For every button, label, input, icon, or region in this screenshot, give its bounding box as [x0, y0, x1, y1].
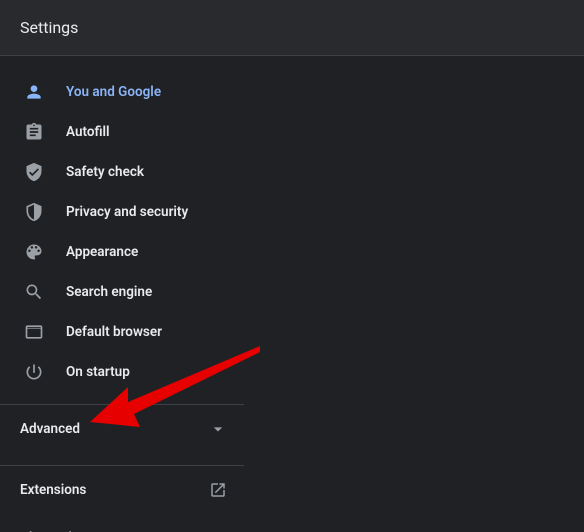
person-icon: [24, 82, 44, 102]
sidebar-item-label: Appearance: [66, 244, 138, 260]
browser-icon: [24, 322, 44, 342]
sidebar-item-autofill[interactable]: Autofill: [0, 112, 244, 152]
section-label: Advanced: [20, 421, 208, 437]
sidebar-item-label: On startup: [66, 364, 130, 380]
search-icon: [24, 282, 44, 302]
shield-icon: [24, 202, 44, 222]
about-chrome-link[interactable]: About Chrome: [0, 514, 244, 532]
sidebar-item-label: Search engine: [66, 284, 152, 300]
sidebar-item-appearance[interactable]: Appearance: [0, 232, 244, 272]
sidebar-item-label: Privacy and security: [66, 204, 188, 220]
sidebar-item-you-and-google[interactable]: You and Google: [0, 72, 244, 112]
sidebar-item-label: Autofill: [66, 124, 110, 140]
page-title: Settings: [20, 18, 78, 37]
shield-check-icon: [24, 162, 44, 182]
sidebar-item-default-browser[interactable]: Default browser: [0, 312, 244, 352]
sidebar-item-on-startup[interactable]: On startup: [0, 352, 244, 392]
section-label: Extensions: [20, 482, 208, 498]
sidebar-item-privacy-and-security[interactable]: Privacy and security: [0, 192, 244, 232]
clipboard-icon: [24, 122, 44, 142]
chevron-down-icon: [208, 419, 228, 439]
sidebar-item-label: You and Google: [66, 84, 161, 100]
palette-icon: [24, 242, 44, 262]
sidebar-item-safety-check[interactable]: Safety check: [0, 152, 244, 192]
open-in-new-icon: [208, 480, 228, 500]
header: Settings: [0, 0, 584, 56]
settings-sidebar: You and Google Autofill Safety check Pri…: [0, 56, 244, 532]
sidebar-item-label: Safety check: [66, 164, 144, 180]
sidebar-item-label: Default browser: [66, 324, 162, 340]
advanced-section-toggle[interactable]: Advanced: [0, 405, 244, 453]
extensions-link[interactable]: Extensions: [0, 466, 244, 514]
sidebar-item-search-engine[interactable]: Search engine: [0, 272, 244, 312]
power-icon: [24, 362, 44, 382]
